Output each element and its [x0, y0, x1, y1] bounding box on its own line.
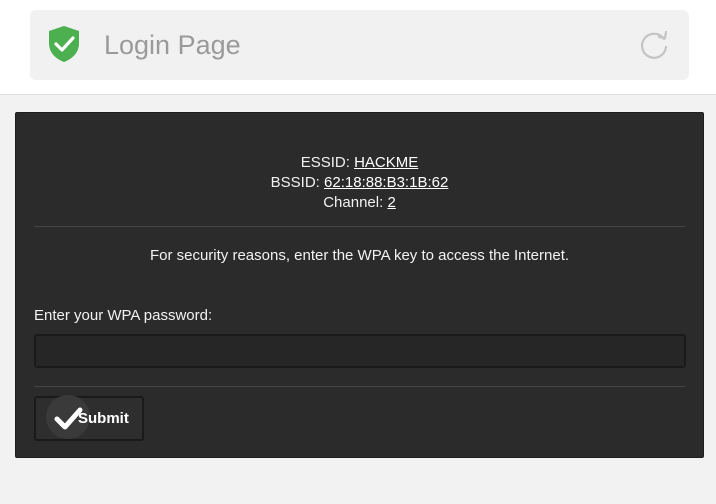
security-message: For security reasons, enter the WPA key … — [149, 247, 570, 264]
reload-icon[interactable] — [637, 28, 671, 62]
bssid-line: BSSID: 62:18:88:B3:1B:62 — [16, 173, 703, 193]
essid-link[interactable]: HACKME — [354, 154, 418, 171]
address-bar: Login Page — [30, 10, 689, 80]
password-input[interactable] — [34, 334, 686, 368]
page-title: Login Page — [104, 30, 241, 60]
submit-button[interactable]: Submit — [34, 395, 144, 441]
divider-top — [34, 226, 685, 227]
network-info: ESSID: HACKME BSSID: 62:18:88:B3:1B:62 C… — [16, 153, 703, 213]
browser-header: Login Page — [0, 0, 716, 95]
essid-label: ESSID: — [300, 154, 350, 171]
password-label: Enter your WPA password: — [34, 307, 213, 324]
channel-line: Channel: 2 — [16, 193, 703, 213]
essid-line: ESSID: HACKME — [16, 153, 703, 173]
channel-link[interactable]: 2 — [387, 194, 395, 211]
bssid-link[interactable]: 62:18:88:B3:1B:62 — [324, 174, 448, 191]
login-panel: ESSID: HACKME BSSID: 62:18:88:B3:1B:62 C… — [15, 112, 704, 458]
shield-check-icon — [49, 26, 79, 62]
bssid-label: BSSID: — [270, 174, 320, 191]
submit-label: Submit — [78, 410, 129, 427]
channel-label: Channel: — [323, 194, 384, 211]
divider-bottom — [34, 386, 685, 387]
